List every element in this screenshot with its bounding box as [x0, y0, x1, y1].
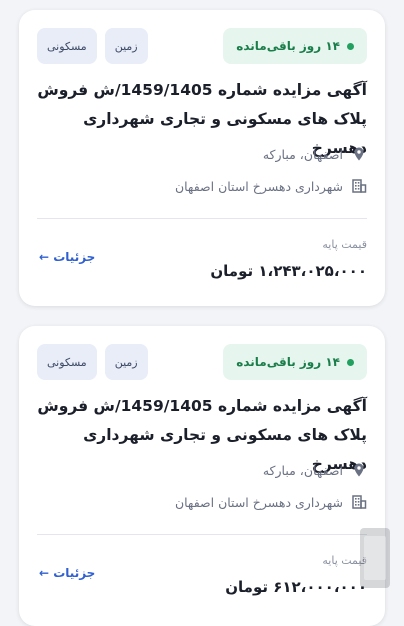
location-pin-icon — [354, 463, 364, 477]
days-left-text: ۱۴ روز باقی‌مانده — [236, 39, 340, 53]
status-dot-icon — [347, 358, 354, 366]
days-left-badge: ۱۴ روز باقی‌مانده — [223, 344, 367, 380]
building-icon — [352, 179, 367, 193]
location-pin-icon — [354, 147, 364, 161]
building-icon — [352, 495, 367, 509]
tag-list: مسکونی زمین — [37, 344, 148, 380]
days-left-text: ۱۴ روز باقی‌مانده — [236, 355, 340, 369]
organization-text: شهرداری دهسرخ استان اصفهان — [174, 494, 343, 510]
location-row: اصفهان، مبارکه — [263, 146, 367, 162]
location-row: اصفهان، مبارکه — [263, 462, 367, 478]
tag-residential: مسکونی — [37, 28, 97, 64]
days-left-badge: ۱۴ روز باقی‌مانده — [223, 28, 367, 64]
organization-row: شهرداری دهسرخ استان اصفهان — [175, 494, 367, 510]
divider — [37, 534, 367, 535]
location-text: اصفهان، مبارکه — [262, 462, 343, 478]
details-link[interactable]: جزئیات ← — [39, 250, 95, 264]
organization-text: شهرداری دهسرخ استان اصفهان — [174, 178, 343, 194]
auction-card[interactable]: ۱۴ روز باقی‌مانده مسکونی زمین آگهی مزاید… — [19, 326, 385, 626]
auction-card[interactable]: ۱۴ روز باقی‌مانده مسکونی زمین آگهی مزاید… — [19, 10, 385, 306]
tag-residential: مسکونی — [37, 344, 97, 380]
organization-row: شهرداری دهسرخ استان اصفهان — [175, 178, 367, 194]
location-text: اصفهان، مبارکه — [262, 146, 343, 162]
price-value: ۶۱۲،۰۰۰،۰۰۰ تومان — [225, 578, 367, 596]
price-label: قیمت پایه — [322, 238, 367, 251]
tag-list: مسکونی زمین — [37, 28, 148, 64]
details-link[interactable]: جزئیات ← — [39, 566, 95, 580]
price-value: ۱،۲۴۳،۰۲۵،۰۰۰ تومان — [210, 262, 367, 280]
tag-land: زمین — [104, 28, 148, 64]
status-dot-icon — [347, 42, 354, 50]
tag-land: زمین — [104, 344, 148, 380]
app-logo-watermark — [360, 528, 390, 588]
divider — [37, 218, 367, 219]
